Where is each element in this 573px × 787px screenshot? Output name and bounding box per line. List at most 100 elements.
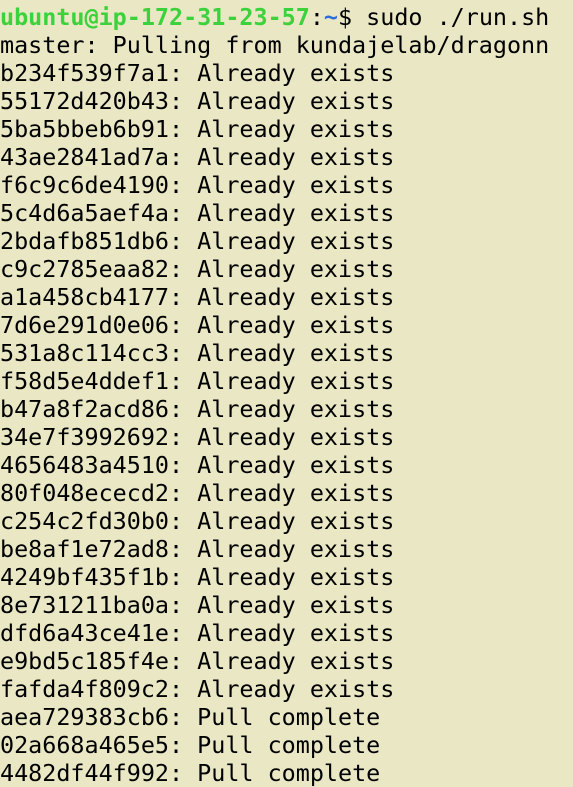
layer-separator: : [169,115,198,143]
layer-line: be8af1e72ad8: Already exists [0,535,394,563]
layer-separator: : [169,87,198,115]
layer-id: c9c2785eaa82 [0,255,169,283]
layer-id: b234f539f7a1 [0,59,169,87]
layer-status: Already exists [197,255,395,283]
prompt-user-host: ubuntu@ip-172-31-23-57 [0,3,310,31]
prompt-colon: : [309,3,324,31]
layer-id: 55172d420b43 [0,87,169,115]
layer-line: c254c2fd30b0: Already exists [0,507,394,535]
layer-status: Already exists [197,87,395,115]
layer-id: e9bd5c185f4e [0,647,169,675]
layer-separator: : [169,143,198,171]
layer-line: f6c9c6de4190: Already exists [0,171,394,199]
layer-line: 4482df44f992: Pull complete [0,759,380,787]
layer-id: 4656483a4510 [0,451,169,479]
layer-separator: : [169,759,198,787]
layer-status: Already exists [197,647,395,675]
layer-line: 7d6e291d0e06: Already exists [0,311,394,339]
layer-line: 34e7f3992692: Already exists [0,423,394,451]
layer-line: 80f048ececd2: Already exists [0,479,394,507]
layer-status: Already exists [197,395,395,423]
layer-status: Pull complete [197,703,381,731]
layer-status: Already exists [197,675,395,703]
layer-id: fafda4f809c2 [0,675,169,703]
layer-line: 8e731211ba0a: Already exists [0,591,394,619]
layer-id: 80f048ececd2 [0,479,169,507]
layer-id: 43ae2841ad7a [0,143,169,171]
layer-separator: : [169,703,198,731]
prompt-path: ~ [323,3,338,31]
layer-line: dfd6a43ce41e: Already exists [0,619,394,647]
layer-id: b47a8f2acd86 [0,395,169,423]
layer-status: Already exists [197,143,395,171]
layer-id: dfd6a43ce41e [0,619,169,647]
layer-separator: : [169,423,198,451]
layer-id: 4249bf435f1b [0,563,169,591]
layer-id: 34e7f3992692 [0,423,169,451]
layer-id: be8af1e72ad8 [0,535,169,563]
layer-status: Already exists [197,59,395,87]
layer-status: Already exists [197,283,395,311]
layer-separator: : [169,339,198,367]
terminal-window[interactable]: ubuntu@ip-172-31-23-57:~$ sudo ./run.sh … [0,0,573,787]
layer-line: aea729383cb6: Pull complete [0,703,380,731]
layer-status: Already exists [197,451,395,479]
layer-id: c254c2fd30b0 [0,507,169,535]
layer-separator: : [169,675,198,703]
layer-status: Already exists [197,591,395,619]
layer-status: Already exists [197,367,395,395]
layer-id: aea729383cb6 [0,703,169,731]
layer-separator: : [169,619,198,647]
layer-status: Already exists [197,199,395,227]
layer-line: e9bd5c185f4e: Already exists [0,647,394,675]
layer-status: Already exists [197,339,395,367]
layer-status: Already exists [197,227,395,255]
layer-line: 02a668a465e5: Pull complete [0,731,380,759]
layer-line: 531a8c114cc3: Already exists [0,339,394,367]
layer-line: 55172d420b43: Already exists [0,87,394,115]
layer-line: 4249bf435f1b: Already exists [0,563,394,591]
layer-separator: : [169,283,198,311]
layer-status: Already exists [197,311,395,339]
layer-line: b234f539f7a1: Already exists [0,59,394,87]
layer-line: f58d5e4ddef1: Already exists [0,367,394,395]
layer-line: fafda4f809c2: Already exists [0,675,394,703]
layer-line: 5c4d6a5aef4a: Already exists [0,199,394,227]
layer-status: Already exists [197,619,395,647]
layer-status: Already exists [197,535,395,563]
layer-id: 5ba5bbeb6b91 [0,115,169,143]
layer-id: 7d6e291d0e06 [0,311,169,339]
layer-line: 43ae2841ad7a: Already exists [0,143,394,171]
layer-id: 5c4d6a5aef4a [0,199,169,227]
layer-status: Already exists [197,423,395,451]
layer-separator: : [169,311,198,339]
layer-id: 02a668a465e5 [0,731,169,759]
layer-status: Already exists [197,479,395,507]
layer-separator: : [169,395,198,423]
layer-separator: : [169,451,198,479]
layer-separator: : [169,563,198,591]
layer-status: Pull complete [197,731,381,759]
layer-id: f58d5e4ddef1 [0,367,169,395]
layer-separator: : [169,227,198,255]
layer-id: a1a458cb4177 [0,283,169,311]
layer-separator: : [169,255,198,283]
layer-separator: : [169,479,198,507]
layer-separator: : [169,171,198,199]
layer-separator: : [169,591,198,619]
layer-separator: : [169,199,198,227]
layer-separator: : [169,535,198,563]
layer-status: Already exists [197,563,395,591]
layer-id: 8e731211ba0a [0,591,169,619]
layer-line: 4656483a4510: Already exists [0,451,394,479]
layer-line: 2bdafb851db6: Already exists [0,227,394,255]
layer-status: Pull complete [197,759,381,787]
layer-status: Already exists [197,171,395,199]
layer-separator: : [169,507,198,535]
layer-id: 2bdafb851db6 [0,227,169,255]
layer-line: 5ba5bbeb6b91: Already exists [0,115,394,143]
layer-separator: : [169,731,198,759]
layer-id: f6c9c6de4190 [0,171,169,199]
layer-line: b47a8f2acd86: Already exists [0,395,394,423]
layer-separator: : [169,647,198,675]
